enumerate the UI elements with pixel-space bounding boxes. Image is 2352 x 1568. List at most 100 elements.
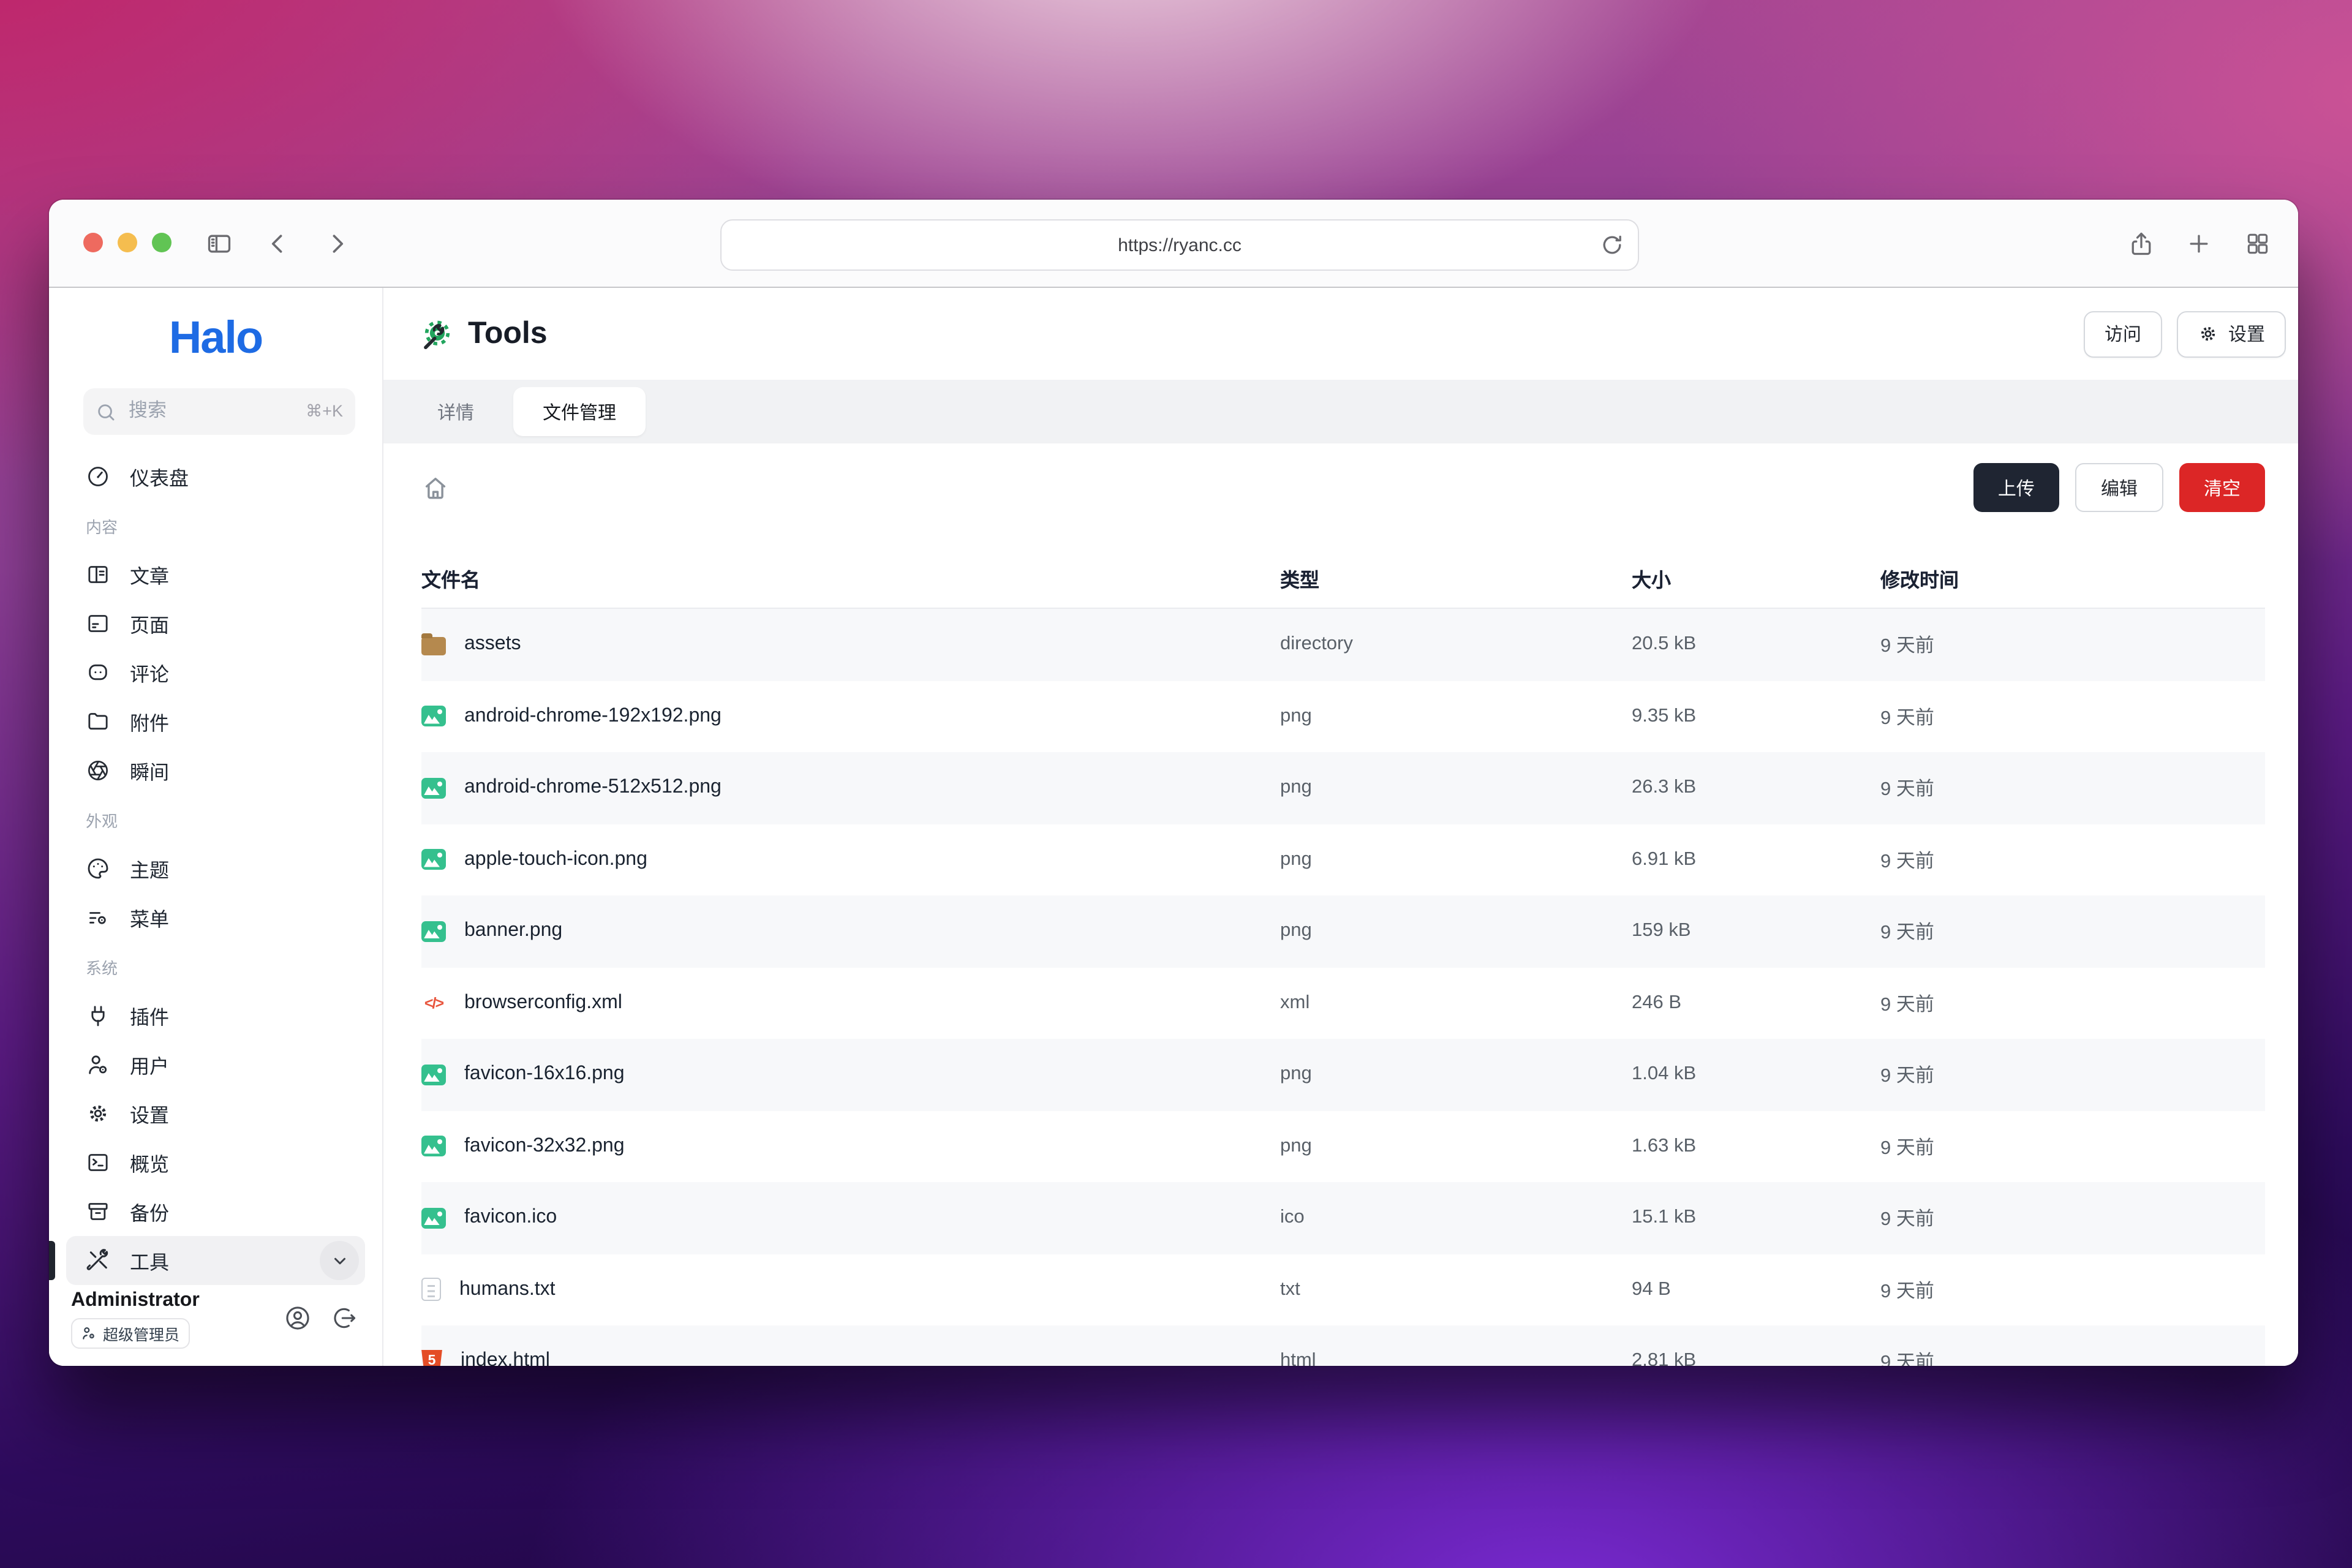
sidebar-item-tools[interactable]: 工具 (66, 1236, 365, 1285)
zoom-window-button[interactable] (152, 233, 172, 252)
file-size: 246 B (1632, 992, 1880, 1014)
table-row[interactable]: favicon-32x32.png png 1.63 kB 9 天前 (421, 1110, 2265, 1182)
upload-button[interactable]: 上传 (1973, 463, 2059, 512)
sidebar-item-articles[interactable]: 文章 (66, 550, 365, 599)
clear-button[interactable]: 清空 (2179, 463, 2265, 512)
table-row[interactable]: android-chrome-192x192.png png 9.35 kB 9… (421, 680, 2265, 752)
safari-window: https://ryanc.cc (49, 200, 2298, 1366)
table-row[interactable]: apple-touch-icon.png png 6.91 kB 9 天前 (421, 824, 2265, 895)
gear-icon (2198, 323, 2218, 344)
table-row[interactable]: favicon-16x16.png png 1.04 kB 9 天前 (421, 1039, 2265, 1110)
search-input[interactable]: ⌘+K (83, 388, 355, 435)
share-icon[interactable] (2114, 217, 2168, 271)
aperture-icon (86, 758, 110, 783)
table-row[interactable]: favicon.ico ico 15.1 kB 9 天前 (421, 1182, 2265, 1254)
back-icon[interactable] (251, 217, 305, 271)
settings-button[interactable]: 设置 (2177, 311, 2286, 357)
sidebar-section-appearance: 外观 (66, 795, 365, 844)
file-type: png (1280, 706, 1632, 728)
table-row[interactable]: banner.png png 159 kB 9 天前 (421, 895, 2265, 967)
file-size: 159 kB (1632, 921, 1880, 943)
collapse-tools-button[interactable] (320, 1241, 359, 1280)
sidebar-item-users[interactable]: 用户 (66, 1040, 365, 1089)
file-modified: 9 天前 (1880, 1348, 2265, 1366)
close-window-button[interactable] (83, 233, 103, 252)
new-tab-icon[interactable] (2172, 217, 2226, 271)
tab-overview-icon[interactable] (2231, 217, 2285, 271)
sidebar-nav: 仪表盘 内容 文章 页面 (49, 452, 382, 1278)
archive-icon (86, 1199, 110, 1224)
folder-icon (86, 709, 110, 734)
file-name: android-chrome-192x192.png (464, 706, 722, 728)
sidebar-item-moments[interactable]: 瞬间 (66, 746, 365, 795)
file-type: png (1280, 1064, 1632, 1086)
chevron-down-icon (330, 1251, 349, 1270)
file-name: assets (464, 634, 521, 656)
tab-file-manager[interactable]: 文件管理 (513, 387, 646, 436)
desktop-wallpaper: https://ryanc.cc (0, 0, 2352, 1568)
home-icon[interactable] (421, 473, 450, 502)
comment-icon (86, 660, 110, 685)
forward-icon[interactable] (310, 217, 364, 271)
list-settings-icon (86, 905, 110, 930)
tools-plugin-icon (421, 318, 453, 350)
table-row[interactable]: index.html html 2.81 kB 9 天前 (421, 1325, 2265, 1366)
halo-logo: Halo (169, 312, 262, 364)
sidebar-item-pages[interactable]: 页面 (66, 599, 365, 648)
sidebar-item-comments[interactable]: 评论 (66, 648, 365, 697)
file-size: 9.35 kB (1632, 706, 1880, 728)
table-row[interactable]: assets directory 20.5 kB 9 天前 (421, 609, 2265, 680)
file-modified: 9 天前 (1880, 1133, 2265, 1160)
page-icon (86, 611, 110, 636)
sidebar-section-system: 系统 (66, 942, 365, 991)
sidebar-item-dashboard[interactable]: 仪表盘 (66, 452, 365, 501)
current-user[interactable]: Administrator 超级管理员 (49, 1278, 382, 1366)
sidebar-item-label: 备份 (130, 1197, 169, 1226)
file-modified: 9 天前 (1880, 1061, 2265, 1088)
file-type-icon (421, 921, 446, 942)
reload-icon[interactable] (1599, 232, 1626, 258)
tab-detail[interactable]: 详情 (420, 399, 491, 424)
file-name: index.html (461, 1351, 550, 1366)
sidebar-item-attachments[interactable]: 附件 (66, 697, 365, 746)
file-name: banner.png (464, 921, 562, 943)
file-name: favicon.ico (464, 1207, 557, 1229)
avatar-icon[interactable] (284, 1305, 311, 1332)
visit-button[interactable]: 访问 (2084, 311, 2162, 357)
table-row[interactable]: android-chrome-512x512.png png 26.3 kB 9… (421, 752, 2265, 824)
main-panel: Tools 访问 设置 详情 文件管理 (383, 288, 2298, 1366)
column-header-type: 类型 (1280, 564, 1632, 593)
user-gear-icon (81, 1325, 97, 1341)
file-type-icon (421, 1136, 446, 1157)
table-header: 文件名 类型 大小 修改时间 (421, 549, 2265, 609)
file-size: 1.63 kB (1632, 1136, 1880, 1158)
browser-titlebar: https://ryanc.cc (49, 200, 2298, 288)
search-field[interactable] (126, 399, 296, 424)
edit-button[interactable]: 编辑 (2075, 463, 2163, 512)
file-type-icon (421, 1278, 441, 1302)
address-bar[interactable]: https://ryanc.cc (720, 219, 1639, 271)
sidebar-item-settings[interactable]: 设置 (66, 1089, 365, 1138)
sidebar-item-menus[interactable]: 菜单 (66, 893, 365, 942)
table-row[interactable]: humans.txt txt 94 B 9 天前 (421, 1254, 2265, 1325)
minimize-window-button[interactable] (118, 233, 137, 252)
file-size: 6.91 kB (1632, 849, 1880, 871)
table-row[interactable]: browserconfig.xml xml 246 B 9 天前 (421, 967, 2265, 1039)
file-modified: 9 天前 (1880, 918, 2265, 945)
file-type-icon (421, 638, 446, 656)
file-type: directory (1280, 634, 1632, 656)
file-table: 文件名 类型 大小 修改时间 assets (421, 549, 2265, 1366)
sidebar-item-backup[interactable]: 备份 (66, 1187, 365, 1236)
gauge-icon (86, 464, 110, 489)
file-name: apple-touch-icon.png (464, 849, 647, 871)
file-size: 26.3 kB (1632, 777, 1880, 799)
sidebar-item-themes[interactable]: 主题 (66, 844, 365, 893)
sidebar-item-overview[interactable]: 概览 (66, 1138, 365, 1187)
sidebar-item-label: 文章 (130, 560, 169, 589)
sidebar-toggle-icon[interactable] (192, 217, 246, 271)
role-label: 超级管理员 (103, 1321, 179, 1344)
sidebar-item-plugins[interactable]: 插件 (66, 991, 365, 1040)
sidebar-item-label: 仪表盘 (130, 462, 189, 491)
sidebar-item-label: 插件 (130, 1001, 169, 1030)
logout-icon[interactable] (331, 1305, 358, 1332)
